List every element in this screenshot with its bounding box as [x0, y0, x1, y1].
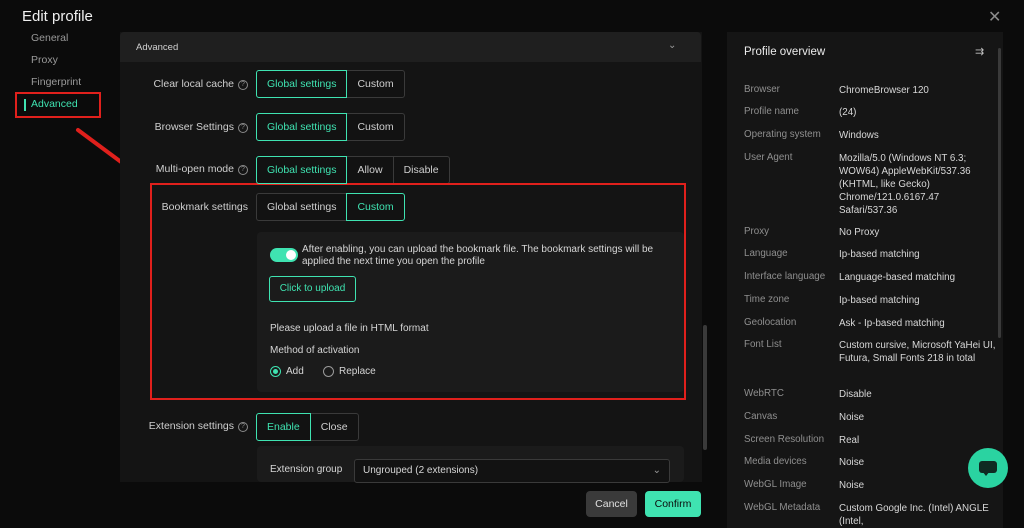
clear-cache-label: Clear local cache?: [128, 78, 248, 90]
overview-value: Custom Google Inc. (Intel) ANGLE (Intel,: [839, 503, 989, 527]
chat-icon-tail: [982, 471, 990, 476]
overview-key: WebRTC: [744, 388, 784, 399]
nav-item-fingerprint[interactable]: Fingerprint: [31, 76, 81, 88]
browser-settings-label: Browser Settings?: [128, 121, 248, 133]
overview-key: Proxy: [744, 226, 770, 237]
overview-value: Windows: [839, 130, 879, 141]
main-scrollbar[interactable]: [703, 325, 707, 450]
confirm-button[interactable]: Confirm: [645, 491, 701, 517]
extension-group-label: Extension group: [270, 464, 343, 475]
overview-scrollbar[interactable]: [998, 48, 1001, 338]
overview-key: Screen Resolution: [744, 434, 825, 445]
overview-key: Geolocation: [744, 317, 797, 328]
overview-value: No Proxy: [839, 227, 880, 238]
multi-open-global-option[interactable]: Global settings: [256, 156, 348, 184]
close-icon[interactable]: ✕: [988, 7, 1001, 27]
overview-key: Profile name: [744, 106, 799, 117]
help-icon: ?: [238, 80, 248, 90]
clear-cache-custom-option[interactable]: Custom: [346, 70, 405, 98]
highlight-box-bookmark: [150, 183, 686, 400]
cancel-button[interactable]: Cancel: [586, 491, 637, 517]
browser-settings-custom-option[interactable]: Custom: [346, 113, 405, 141]
advanced-section-title: Advanced: [136, 42, 179, 53]
nav-item-general[interactable]: General: [31, 32, 68, 44]
multi-open-segmented: Global settings Allow Disable: [256, 156, 450, 184]
browser-settings-segmented: Global settings Custom: [256, 113, 405, 141]
help-icon: ?: [238, 123, 248, 133]
highlight-box-advanced: [15, 92, 101, 118]
overview-value: Ip-based matching: [839, 295, 920, 306]
advanced-section-header[interactable]: [120, 32, 701, 62]
overview-value: Real: [839, 435, 860, 446]
overview-key: Browser: [744, 84, 780, 95]
multi-open-disable-option[interactable]: Disable: [392, 156, 450, 184]
dialog-title: Edit profile: [22, 8, 93, 25]
overview-key: Time zone: [744, 294, 790, 305]
extension-settings-label: Extension settings?: [128, 420, 248, 432]
overview-key: Font List: [744, 339, 782, 350]
extension-group-select[interactable]: Ungrouped (2 extensions) ⌄: [354, 459, 670, 483]
extension-enable-option[interactable]: Enable: [256, 413, 311, 441]
overview-key: Canvas: [744, 411, 778, 422]
overview-value: Ip-based matching: [839, 249, 920, 260]
browser-settings-global-option[interactable]: Global settings: [256, 113, 348, 141]
extension-close-option[interactable]: Close: [309, 413, 359, 441]
overview-value: Noise: [839, 412, 865, 423]
multi-open-label: Multi-open mode?: [128, 163, 248, 175]
clear-cache-global-option[interactable]: Global settings: [256, 70, 348, 98]
overview-key: WebGL Metadata: [744, 502, 821, 513]
overview-key: Operating system: [744, 129, 821, 140]
multi-open-allow-option[interactable]: Allow: [346, 156, 394, 184]
overview-value: Language-based matching: [839, 272, 956, 283]
chat-support-button[interactable]: [968, 448, 1008, 488]
bookmark-custom-option[interactable]: Custom: [346, 193, 405, 221]
overview-key: Interface language: [744, 271, 826, 282]
overview-value: (24): [839, 107, 857, 118]
chevron-down-icon: ⌄: [652, 465, 661, 476]
overview-value: Disable: [839, 389, 872, 400]
overview-key: User Agent: [744, 152, 793, 163]
collapse-panel-icon[interactable]: ⇉: [975, 45, 984, 58]
overview-value: Ask - Ip-based matching: [839, 318, 945, 329]
clear-cache-segmented: Global settings Custom: [256, 70, 405, 98]
overview-key: Media devices: [744, 456, 807, 467]
nav-item-proxy[interactable]: Proxy: [31, 54, 58, 66]
profile-overview-title: Profile overview: [744, 46, 826, 58]
chevron-down-icon[interactable]: ⌄: [668, 40, 676, 51]
overview-value: Custom cursive, Microsoft YaHei UI, Futu…: [839, 340, 996, 364]
overview-value: ChromeBrowser 120: [839, 85, 929, 96]
help-icon: ?: [238, 422, 248, 432]
overview-value: Mozilla/5.0 (Windows NT 6.3; WOW64) Appl…: [839, 153, 971, 216]
help-icon: ?: [238, 165, 248, 175]
extension-segmented: Enable Close: [256, 413, 359, 441]
overview-key: WebGL Image: [744, 479, 807, 490]
overview-key: Language: [744, 248, 788, 259]
